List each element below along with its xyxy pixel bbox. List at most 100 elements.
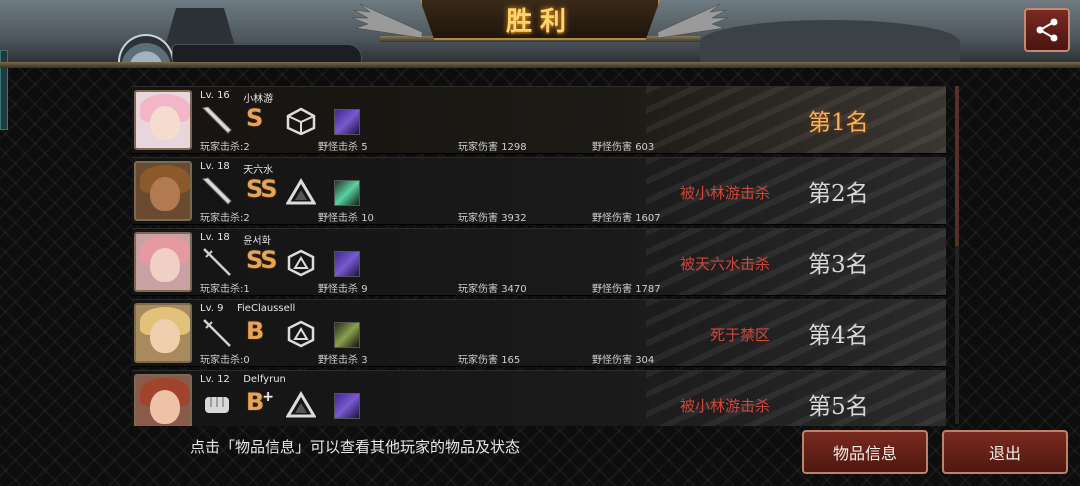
monster-damage-value: 1787 [635,284,661,295]
bat-icon [200,176,234,206]
monster-kills-label: 野怪击杀 [318,284,358,295]
player-kills-value: 2 [243,142,250,153]
rock-silhouette [700,20,960,64]
weapon-grade-letter: B [246,388,264,416]
share-button[interactable] [1024,8,1070,52]
death-cause: 被小林游击杀 [679,397,770,415]
hex-armor-icon [286,249,316,277]
player-avatar[interactable] [134,90,192,150]
weapon-grade: SS [246,175,277,203]
avatar-face [150,177,180,211]
result-row[interactable]: Lv. 12 Delfyrun B+ 被小林游击杀 第5名 [132,370,946,426]
rapier-icon [200,247,234,277]
purple-beast-skill-icon [334,393,360,419]
avatar-face [150,248,180,282]
rank-brush-decoration [646,87,946,153]
player-kills-label: 玩家击杀: [200,142,244,153]
right-wing-icon [658,3,728,39]
rapier-icon [200,318,234,348]
player-kills-label: 玩家击杀: [200,213,244,224]
player-level: Lv. 16 [200,90,230,101]
player-damage-value: 165 [501,355,521,366]
death-cause: 被小林游击杀 [679,184,770,202]
results-list[interactable]: Lv. 16 小林游 S 玩家击杀:2 野怪击杀 5 玩家伤害 1298 野怪伤… [132,86,952,426]
victory-title: 胜利 [505,6,574,37]
avatar-face [150,106,180,140]
item-info-button[interactable]: 物品信息 [802,430,928,474]
player-name-bar [172,44,362,64]
monster-damage-value: 1607 [635,213,661,224]
player-name: 윤서화 [243,236,271,247]
monster-damage: 野怪伤害 1607 [592,209,661,224]
player-kills: 玩家击杀:0 [200,351,250,366]
player-name: 天六水 [243,165,274,176]
cube-armor-icon [286,107,316,136]
fist-icon [200,389,234,419]
player-kills-value: 0 [243,355,250,366]
exit-button[interactable]: 退出 [942,430,1068,474]
results-scrollbar-thumb[interactable] [955,86,959,246]
player-avatar[interactable] [134,303,192,363]
monster-kills: 野怪击杀 10 [318,209,374,224]
rank-label: 第3名 [808,252,869,278]
monster-kills-value: 3 [361,355,368,366]
green-blade-skill-icon [334,180,360,206]
monster-damage-label: 野怪伤害 [592,355,632,366]
triangle-armor-icon [285,391,317,419]
exit-button-label: 退出 [988,444,1021,463]
monster-kills-value: 10 [361,213,374,224]
player-level: Lv. 9 [200,303,224,314]
header-divider [0,62,1080,68]
result-row[interactable]: Lv. 18 天六水 SS 玩家击杀:2 野怪击杀 10 玩家伤害 3932 野… [132,157,946,225]
left-wing-icon [352,3,422,39]
player-name: FieClaussell [237,303,296,314]
result-row[interactable]: Lv. 9 FieClaussell B 玩家击杀:0 野怪击杀 3 玩家伤害 … [132,299,946,367]
player-damage-label: 玩家伤害 [458,142,498,153]
monster-damage-value: 603 [635,142,655,153]
item-info-button-label: 物品信息 [832,444,897,463]
monster-damage-label: 野怪伤害 [592,284,632,295]
avatar-face [150,390,180,424]
player-kills-label: 玩家击杀: [200,355,244,366]
rank-label: 第1名 [808,110,869,136]
weapon-grade: SS [246,246,277,274]
player-name: 小林游 [243,94,274,105]
death-cause: 死于禁区 [709,326,770,344]
player-name: Delfyrun [243,374,286,385]
monster-kills-label: 野怪击杀 [318,142,358,153]
monster-damage-label: 野怪伤害 [592,213,632,224]
result-row[interactable]: Lv. 16 小林游 S 玩家击杀:2 野怪击杀 5 玩家伤害 1298 野怪伤… [132,86,946,154]
rank-label: 第5名 [808,394,869,420]
player-kills: 玩家击杀:1 [200,280,250,295]
rank-brush-decoration [646,300,946,366]
player-damage: 玩家伤害 3932 [458,209,527,224]
player-kills-value: 1 [243,284,250,295]
player-damage-value: 1298 [501,142,527,153]
purple-beast-skill-icon [334,109,360,135]
victory-banner: 胜利 [420,0,660,40]
player-avatar[interactable] [134,161,192,221]
monster-kills-value: 9 [361,284,368,295]
result-row[interactable]: Lv. 18 윤서화 SS 玩家击杀:1 野怪击杀 9 玩家伤害 3470 野怪… [132,228,946,296]
player-avatar[interactable] [134,232,192,292]
weapon-grade: S [246,104,263,132]
monster-kills: 野怪击杀 9 [318,280,368,295]
player-damage-label: 玩家伤害 [458,213,498,224]
player-damage: 玩家伤害 165 [458,351,520,366]
player-damage-value: 3932 [501,213,527,224]
player-damage-label: 玩家伤害 [458,284,498,295]
player-level: Lv. 12 [200,374,230,385]
weapon-grade-letter: SS [246,175,277,203]
monster-damage-label: 野怪伤害 [592,142,632,153]
monster-kills-label: 野怪击杀 [318,213,358,224]
player-damage: 玩家伤害 1298 [458,138,527,153]
monster-kills: 野怪击杀 3 [318,351,368,366]
result-screen: 胜利 Lv. 16 小林游 S 玩家击杀:2 野怪击杀 5 玩家伤害 1298 … [0,0,1080,486]
death-cause: 被天六水击杀 [679,255,770,273]
bat-icon [200,105,234,135]
player-kills: 玩家击杀:2 [200,209,250,224]
player-avatar[interactable] [134,374,192,426]
player-damage-label: 玩家伤害 [458,355,498,366]
dark-figure-skill-icon [334,322,360,348]
hex-armor-icon [286,320,316,348]
